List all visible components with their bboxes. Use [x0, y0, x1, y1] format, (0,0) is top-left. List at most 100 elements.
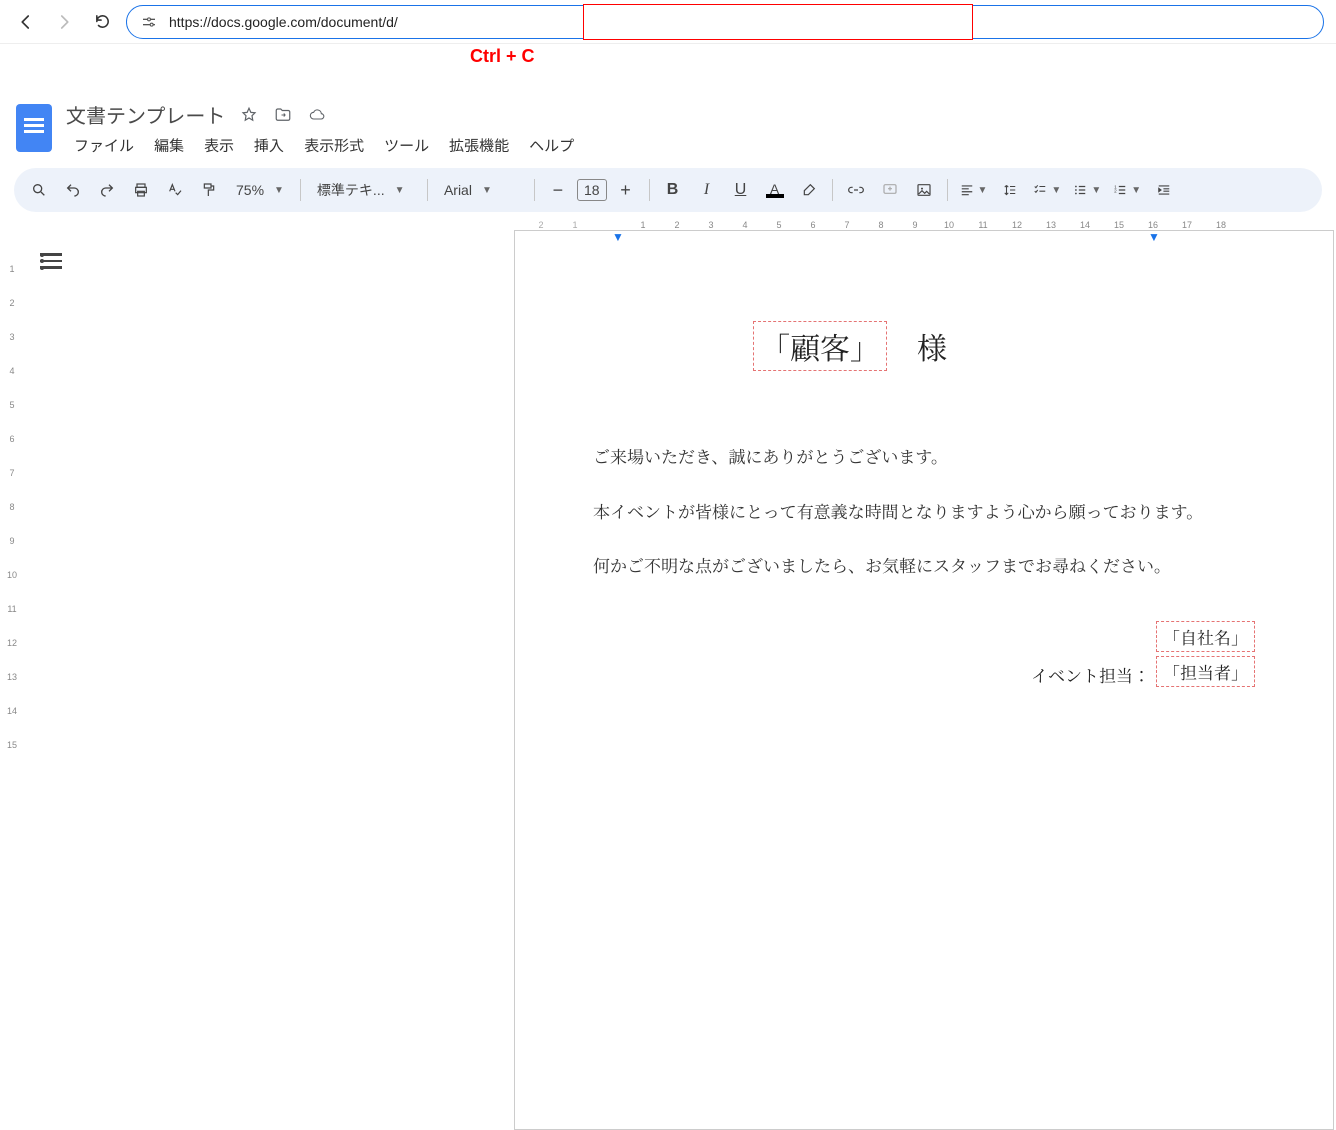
paragraph-style-selector[interactable]: 標準テキ...▼ — [309, 180, 419, 200]
ruler-tick: 13 — [1034, 220, 1068, 230]
ruler-tick: 10 — [0, 570, 24, 580]
increase-font-size-button[interactable]: + — [611, 175, 641, 205]
text-color-button[interactable]: A — [760, 175, 790, 205]
ruler-tick: 12 — [1000, 220, 1034, 230]
body-paragraph-2[interactable]: 本イベントが皆様にとって有意義な時間となりますよう心から願っております。 — [593, 496, 1255, 527]
menu-edit[interactable]: 編集 — [146, 133, 192, 158]
undo-button[interactable] — [58, 175, 88, 205]
paint-format-button[interactable] — [194, 175, 224, 205]
font-family-selector[interactable]: Arial ▼ — [436, 182, 526, 198]
decrease-font-size-button[interactable]: − — [543, 175, 573, 205]
ruler-tick: 1 — [0, 264, 24, 274]
ruler-tick: 17 — [1170, 220, 1204, 230]
docs-header: 文書テンプレート ファイル 編集 表示 挿入 表示形式 ツール 拡張機能 ヘルプ — [0, 92, 1336, 158]
menu-tools[interactable]: ツール — [376, 133, 437, 158]
ruler-tick: 8 — [0, 502, 24, 512]
url-redaction-box — [583, 4, 973, 40]
align-button[interactable]: ▼ — [956, 175, 992, 205]
font-size-input[interactable]: 18 — [577, 179, 607, 201]
ruler-tick: 5 — [0, 400, 24, 410]
ruler-tick: 3 — [694, 220, 728, 230]
site-settings-icon[interactable] — [139, 12, 159, 32]
ruler-tick: 6 — [0, 434, 24, 444]
browser-nav-bar: https://docs.google.com/document/d//edit — [0, 0, 1336, 44]
ruler-tick: 1 — [626, 220, 660, 230]
font-value: Arial — [444, 182, 472, 198]
ruler-tick: 6 — [796, 220, 830, 230]
star-icon[interactable] — [239, 105, 259, 125]
ruler-tick: 7 — [0, 468, 24, 478]
ruler-tick: 1 — [558, 220, 592, 230]
menu-help[interactable]: ヘルプ — [521, 133, 582, 158]
ruler-tick: 5 — [762, 220, 796, 230]
ruler-tick: 18 — [1204, 220, 1238, 230]
menu-format[interactable]: 表示形式 — [296, 133, 372, 158]
insert-link-button[interactable] — [841, 175, 871, 205]
spellcheck-button[interactable] — [160, 175, 190, 205]
document-title[interactable]: 文書テンプレート — [66, 100, 225, 129]
left-sidebar — [24, 230, 74, 1130]
ruler-tick: 14 — [0, 706, 24, 716]
move-to-folder-icon[interactable] — [273, 105, 293, 125]
company-placeholder[interactable]: 「自社名」 — [1156, 621, 1255, 652]
menu-view[interactable]: 表示 — [196, 133, 242, 158]
chevron-down-icon: ▼ — [1051, 185, 1061, 196]
redo-button[interactable] — [92, 175, 122, 205]
ruler-tick: 13 — [0, 672, 24, 682]
add-comment-button[interactable] — [875, 175, 905, 205]
chevron-down-icon: ▼ — [978, 185, 988, 196]
zoom-selector[interactable]: 75% ▼ — [228, 182, 292, 198]
document-page[interactable]: 「顧客」 様 ご来場いただき、誠にありがとうございます。 本イベントが皆様にとっ… — [514, 230, 1334, 1130]
body-paragraph-3[interactable]: 何かご不明な点がございましたら、お気軽にスタッフまでお尋ねください。 — [593, 550, 1255, 581]
print-button[interactable] — [126, 175, 156, 205]
chevron-down-icon: ▼ — [274, 185, 284, 196]
menu-bar: ファイル 編集 表示 挿入 表示形式 ツール 拡張機能 ヘルプ — [66, 133, 582, 158]
ruler-tick: 14 — [1068, 220, 1102, 230]
line-spacing-button[interactable] — [995, 175, 1025, 205]
address-bar[interactable]: https://docs.google.com/document/d//edit — [126, 5, 1324, 39]
back-button[interactable] — [12, 8, 40, 36]
signature-label: イベント担当： — [1031, 634, 1150, 687]
google-docs-logo-icon[interactable] — [16, 104, 52, 152]
chevron-down-icon: ▼ — [1091, 185, 1101, 196]
recipient-placeholder[interactable]: 「顧客」 — [753, 321, 887, 371]
zoom-value: 75% — [236, 182, 264, 198]
ruler-tick: 2 — [660, 220, 694, 230]
left-indent-marker[interactable]: ▼ — [612, 230, 624, 244]
right-indent-marker[interactable]: ▼ — [1148, 230, 1160, 244]
ruler-tick: 16 — [1136, 220, 1170, 230]
numbered-list-button[interactable]: 12▼ — [1109, 175, 1145, 205]
keyboard-shortcut-annotation: Ctrl + C — [470, 46, 535, 67]
highlight-color-button[interactable] — [794, 175, 824, 205]
ruler-tick: 11 — [966, 220, 1000, 230]
ruler-tick: 4 — [728, 220, 762, 230]
ruler-tick: 15 — [1102, 220, 1136, 230]
menu-extensions[interactable]: 拡張機能 — [441, 133, 517, 158]
chevron-down-icon: ▼ — [482, 185, 492, 196]
work-area: 123456789101112131415 ▼ ▼ 21123456789101… — [0, 220, 1336, 800]
bulleted-list-button[interactable]: ▼ — [1069, 175, 1105, 205]
toolbar: 75%▼ 標準テキ...▼ Arial▼ − 18 + B I U A ▼ ▼ … — [14, 168, 1322, 212]
recipient-suffix: 様 — [917, 324, 947, 368]
document-outline-icon[interactable] — [34, 246, 64, 276]
person-placeholder[interactable]: 「担当者」 — [1156, 656, 1255, 687]
underline-button[interactable]: U — [726, 175, 756, 205]
forward-button[interactable] — [50, 8, 78, 36]
checklist-button[interactable]: ▼ — [1029, 175, 1065, 205]
vertical-ruler: 123456789101112131415 — [0, 220, 24, 800]
menu-file[interactable]: ファイル — [66, 133, 142, 158]
decrease-indent-button[interactable] — [1149, 175, 1179, 205]
ruler-tick: 7 — [830, 220, 864, 230]
reload-button[interactable] — [88, 8, 116, 36]
ruler-tick: 3 — [0, 332, 24, 342]
italic-button[interactable]: I — [692, 175, 722, 205]
style-value: 標準テキ... — [317, 180, 385, 200]
ruler-tick: 9 — [898, 220, 932, 230]
bold-button[interactable]: B — [658, 175, 688, 205]
insert-image-button[interactable] — [909, 175, 939, 205]
search-menu-icon[interactable] — [24, 175, 54, 205]
chevron-down-icon: ▼ — [1131, 185, 1141, 196]
cloud-status-icon[interactable] — [307, 105, 327, 125]
menu-insert[interactable]: 挿入 — [246, 133, 292, 158]
body-paragraph-1[interactable]: ご来場いただき、誠にありがとうございます。 — [593, 441, 1255, 472]
